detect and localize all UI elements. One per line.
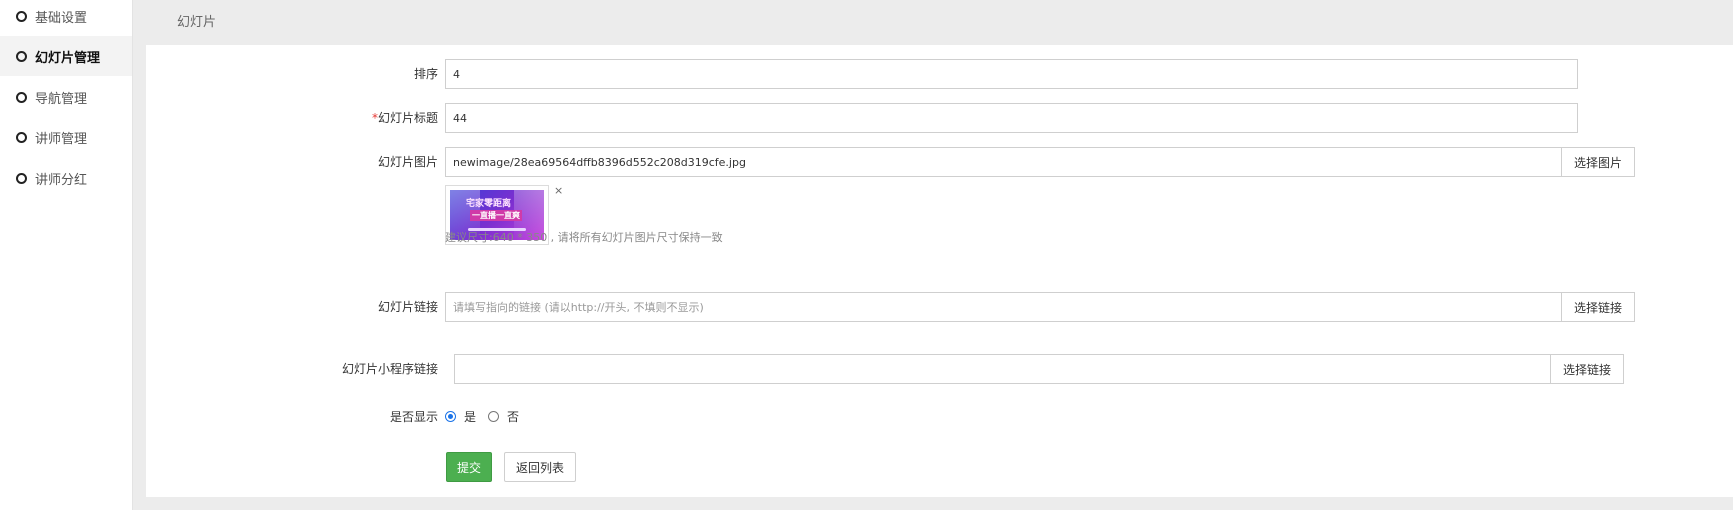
sidebar: 基础设置 幻灯片管理 导航管理 讲师管理 讲师分红	[0, 0, 133, 510]
submit-button[interactable]: 提交	[446, 452, 492, 482]
link-label: 幻灯片链接	[377, 300, 438, 314]
form-panel: 排序 4 *幻灯片标题 44 幻灯片图片 newimage/28ea69564d…	[146, 45, 1733, 497]
circle-icon	[16, 172, 27, 184]
sidebar-item-lecturer-dividends[interactable]: 讲师分红	[0, 158, 132, 198]
mini-program-link-input[interactable]	[454, 354, 1551, 384]
title-label: *幻灯片标题	[346, 109, 438, 126]
sidebar-item-navigation[interactable]: 导航管理	[0, 77, 132, 117]
thumbnail-headline: 宅家零距离	[466, 199, 512, 209]
display-no-radio[interactable]	[488, 411, 499, 422]
display-yes-label: 是	[464, 410, 477, 424]
choose-image-button[interactable]: 选择图片	[1561, 147, 1635, 177]
display-yes-radio[interactable]	[445, 411, 456, 422]
sidebar-item-basic-settings[interactable]: 基础设置	[0, 0, 132, 36]
circle-icon	[16, 91, 27, 103]
title-input[interactable]: 44	[445, 103, 1578, 133]
mini-program-link-label: 幻灯片小程序链接	[341, 362, 438, 376]
circle-icon	[16, 50, 27, 62]
sidebar-item-label: 讲师分红	[35, 172, 88, 188]
thumbnail-subline: 一直播一直爽	[470, 210, 522, 221]
image-size-hint: 建议尺寸:640 * 350 , 请将所有幻灯片图片尺寸保持一致	[445, 231, 723, 244]
display-no-label: 否	[507, 410, 520, 424]
sidebar-item-lecturers[interactable]: 讲师管理	[0, 117, 132, 157]
choose-mini-program-link-button[interactable]: 选择链接	[1550, 354, 1624, 384]
page-title: 幻灯片	[177, 15, 217, 30]
circle-icon	[16, 10, 27, 22]
display-label: 是否显示	[389, 410, 438, 424]
sidebar-item-label: 讲师管理	[35, 131, 88, 147]
remove-image-icon[interactable]: ×	[554, 184, 563, 197]
sort-input[interactable]: 4	[445, 59, 1578, 89]
sort-label: 排序	[413, 67, 438, 81]
image-label: 幻灯片图片	[377, 155, 438, 169]
circle-icon	[16, 131, 27, 143]
sidebar-item-label: 幻灯片管理	[35, 50, 101, 66]
sidebar-item-label: 基础设置	[35, 10, 88, 26]
choose-link-button[interactable]: 选择链接	[1561, 292, 1635, 322]
sidebar-item-label: 导航管理	[35, 91, 88, 107]
sidebar-item-slides[interactable]: 幻灯片管理	[0, 36, 132, 76]
title-label-text: 幻灯片标题	[377, 111, 438, 125]
link-input[interactable]: 请填写指向的链接 (请以http://开头, 不填则不显示)	[445, 292, 1562, 322]
page-header	[133, 0, 1733, 45]
back-to-list-button[interactable]: 返回列表	[504, 452, 576, 482]
image-path-input[interactable]: newimage/28ea69564dffb8396d552c208d319cf…	[445, 147, 1562, 177]
